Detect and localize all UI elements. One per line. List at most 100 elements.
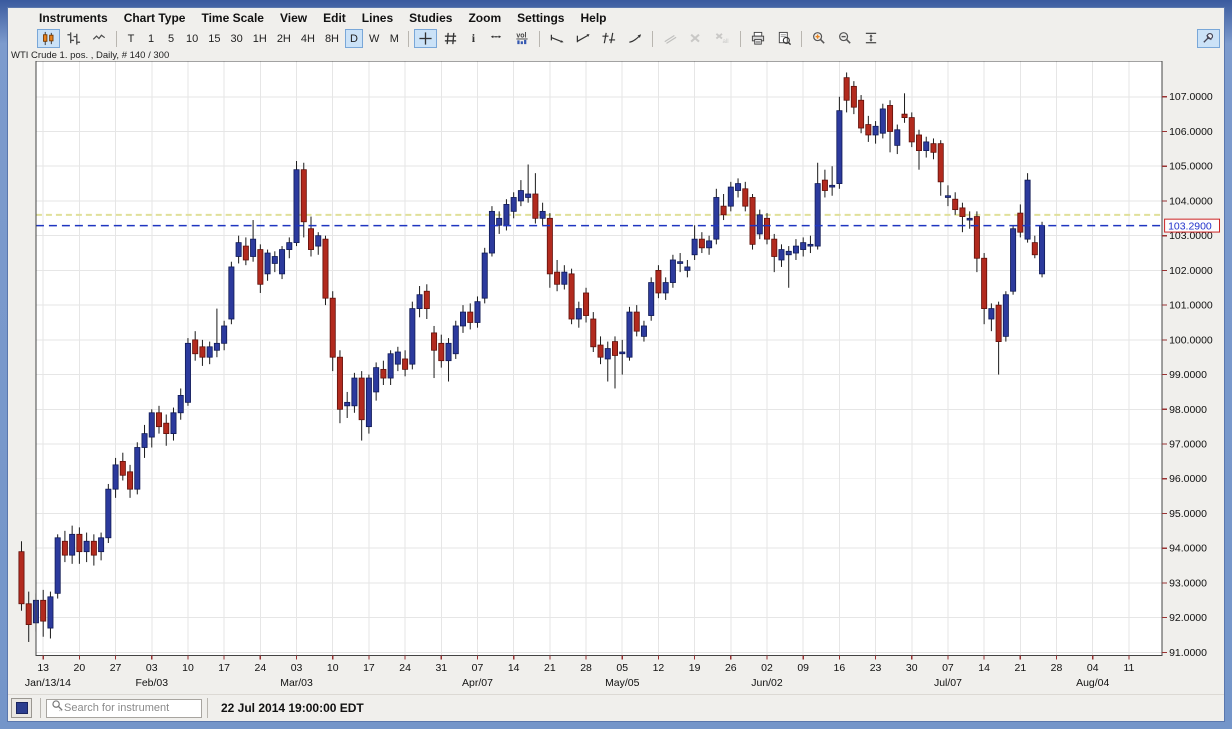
timeframe-button-1[interactable]: 1 <box>142 29 160 48</box>
toolbar-button-fit-vertical[interactable] <box>859 29 883 48</box>
search-input[interactable] <box>64 702 206 714</box>
toolbar-button-pin[interactable] <box>1197 29 1220 48</box>
grid-icon <box>443 31 458 46</box>
date-axis-day-label: 17 <box>218 663 230 674</box>
menu-settings[interactable]: Settings <box>512 10 569 26</box>
timeframe-button-W[interactable]: W <box>365 29 383 48</box>
date-axis-day-label: 14 <box>508 663 520 674</box>
date-axis-day-label: 30 <box>906 663 918 674</box>
menu-time-scale[interactable]: Time Scale <box>196 10 268 26</box>
price-axis-label: 95.0000 <box>1169 509 1207 520</box>
app-window: Instruments Chart Type Time Scale View Edit L… <box>0 0 1232 729</box>
statusbar-divider <box>40 698 41 718</box>
date-axis-day-label: 20 <box>74 663 86 674</box>
date-axis-day-label: 31 <box>435 663 447 674</box>
date-axis-day-label: 03 <box>146 663 158 674</box>
menu-instruments[interactable]: Instruments <box>34 10 113 26</box>
toolbar-button-print[interactable] <box>746 29 770 48</box>
status-bar: 22 Jul 2014 19:00:00 EDT <box>8 694 1224 721</box>
toolbar-button-zoom-out[interactable] <box>833 29 857 48</box>
toolbar-button-print-preview[interactable] <box>772 29 796 48</box>
date-axis-day-label: 27 <box>110 663 122 674</box>
date-axis-day-label: 24 <box>255 663 267 674</box>
crosshair-icon <box>418 31 433 46</box>
instrument-label: WTI Crude 1. pos. , Daily, # 140 / 300 <box>8 50 1224 61</box>
timeframe-button-15[interactable]: 15 <box>204 29 224 48</box>
candlestick-chart[interactable]: 91.000092.000093.000094.000095.000096.00… <box>8 61 1224 694</box>
print-preview-icon <box>776 31 792 46</box>
price-axis-label: 105.0000 <box>1169 162 1213 173</box>
chart-area[interactable]: 91.000092.000093.000094.000095.000096.00… <box>8 61 1224 694</box>
date-axis-day-label: 26 <box>725 663 737 674</box>
date-axis-day-label: 28 <box>1051 663 1063 674</box>
date-axis-day-label: 02 <box>761 663 773 674</box>
price-axis-label: 96.0000 <box>1169 474 1207 485</box>
menu-zoom[interactable]: Zoom <box>463 10 506 26</box>
date-axis-month-label: Jul/07 <box>934 678 962 689</box>
toolbar-button-candlestick-chart[interactable] <box>37 29 60 48</box>
timeframe-button-T[interactable]: T <box>122 29 140 48</box>
timeframe-button-1H[interactable]: 1H <box>249 29 271 48</box>
price-axis-label: 91.0000 <box>1169 648 1207 659</box>
toolbar-button-crosshair[interactable] <box>414 29 437 48</box>
price-axis-label: 101.0000 <box>1169 301 1213 312</box>
date-axis-day-label: 13 <box>37 663 49 674</box>
toolbar-button-trendline-up[interactable] <box>571 29 595 48</box>
menu-studies[interactable]: Studies <box>404 10 457 26</box>
timeframe-button-M[interactable]: M <box>385 29 403 48</box>
date-axis-day-label: 19 <box>689 663 701 674</box>
zoom-in-icon <box>811 31 827 46</box>
toolbar-separator <box>740 31 741 47</box>
menu-lines[interactable]: Lines <box>357 10 398 26</box>
price-axis-label: 94.0000 <box>1169 544 1207 555</box>
pin-icon <box>1201 31 1216 46</box>
toolbar-button-horizontal-scale[interactable] <box>484 29 508 48</box>
ohlc-chart-icon <box>66 31 81 46</box>
price-axis-label: 92.0000 <box>1169 613 1207 624</box>
toolbar-button-parallel-channel[interactable] <box>597 29 621 48</box>
toolbar-button-ohlc-chart[interactable] <box>62 29 85 48</box>
menu-chart-type[interactable]: Chart Type <box>119 10 191 26</box>
instrument-indicator-button[interactable] <box>11 698 32 718</box>
date-axis-month-label: Apr/07 <box>462 678 493 689</box>
toolbar-button-line-chart[interactable] <box>87 29 111 48</box>
date-axis-day-label: 07 <box>942 663 954 674</box>
date-axis-day-label: 14 <box>978 663 990 674</box>
toolbar-button-trendline-down[interactable] <box>545 29 569 48</box>
timeframe-button-8H[interactable]: 8H <box>321 29 343 48</box>
toolbar-button-zoom-in[interactable] <box>807 29 831 48</box>
menu-help[interactable]: Help <box>575 10 611 26</box>
instrument-search-box[interactable] <box>46 699 202 718</box>
menu-edit[interactable]: Edit <box>318 10 351 26</box>
toolbar-separator <box>116 31 117 47</box>
timeframe-button-2H[interactable]: 2H <box>273 29 295 48</box>
toolbar-button-delete-line[interactable] <box>684 29 707 48</box>
parallel-channel-icon <box>601 31 617 46</box>
date-axis-day-label: 03 <box>291 663 303 674</box>
toolbar-separator <box>539 31 540 47</box>
date-axis-day-label: 04 <box>1087 663 1099 674</box>
date-axis-day-label: 23 <box>870 663 882 674</box>
date-axis-day-label: 21 <box>544 663 556 674</box>
zoom-out-icon <box>837 31 853 46</box>
date-axis-day-label: 10 <box>327 663 339 674</box>
date-axis-day-label: 10 <box>182 663 194 674</box>
print-icon <box>750 31 766 46</box>
toolbar-button-delete-all[interactable]: all <box>709 29 735 48</box>
timeframe-button-5[interactable]: 5 <box>162 29 180 48</box>
date-axis-month-label: Mar/03 <box>280 678 313 689</box>
ray-arrow-icon <box>627 31 643 46</box>
parallel-lines-icon <box>662 32 678 46</box>
toolbar-button-grid[interactable] <box>439 29 462 48</box>
timeframe-button-30[interactable]: 30 <box>227 29 247 48</box>
timeframe-button-10[interactable]: 10 <box>182 29 202 48</box>
menu-view[interactable]: View <box>275 10 312 26</box>
timeframe-button-D[interactable]: D <box>345 29 363 48</box>
timeframe-button-4H[interactable]: 4H <box>297 29 319 48</box>
toolbar-button-volume[interactable]: vol <box>510 29 534 48</box>
current-price-label: 103.2900 <box>1168 222 1212 233</box>
toolbar-button-info[interactable]: i <box>464 29 482 48</box>
blue-square-icon <box>16 702 28 714</box>
toolbar-button-parallel-lines[interactable] <box>658 29 682 48</box>
toolbar-button-ray-arrow[interactable] <box>623 29 647 48</box>
